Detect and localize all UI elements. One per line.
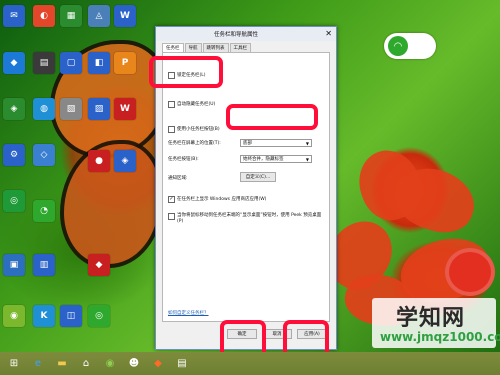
app-shortcut-icon[interactable]: W [114, 98, 136, 120]
watermark-url: www.jmqz1000.com [380, 330, 500, 344]
app-shortcut-icon[interactable]: ● [88, 150, 110, 172]
auto-hide-checkbox[interactable] [168, 101, 175, 108]
app-shortcut-icon[interactable]: ◆ [88, 254, 110, 276]
app-shortcut-icon[interactable]: ◔ [33, 200, 55, 222]
start-icon[interactable]: ⊞ [6, 355, 22, 371]
position-label: 任务栏在屏幕上的位置(T): [168, 141, 221, 146]
peek-checkbox[interactable] [168, 213, 175, 220]
app-shortcut-icon[interactable]: ◬ [88, 5, 110, 27]
app-shortcut-icon[interactable]: P [114, 52, 136, 74]
app-shortcut-icon[interactable]: ▤ [33, 52, 55, 74]
app-shortcut-icon[interactable]: ◉ [3, 305, 25, 327]
tab-jump-lists[interactable]: 跳转列表 [202, 43, 229, 52]
qq-icon[interactable]: ☻ [126, 355, 142, 371]
tab-taskbar[interactable]: 任务栏 [162, 43, 184, 52]
peek-label: 当你将鼠标移动到任务栏末端的“显示桌面”按钮时，使用 Peek 预览桌面(P) [177, 213, 322, 224]
app-shortcut-icon[interactable]: W [114, 5, 136, 27]
app-shortcut-icon[interactable]: K [33, 305, 55, 327]
notification-area-label: 通知区域: [168, 176, 188, 181]
home-icon[interactable]: ⌂ [78, 355, 94, 371]
app-shortcut-icon[interactable]: ◆ [3, 52, 25, 74]
app-shortcut-icon[interactable]: ◐ [33, 5, 55, 27]
show-store-apps-checkbox[interactable]: ✓ [168, 196, 175, 203]
app-shortcut-icon[interactable]: ◎ [3, 190, 25, 212]
position-select[interactable]: 底部 ▼ [240, 139, 312, 147]
store-icon[interactable]: ◆ [150, 355, 166, 371]
app-shortcut-icon[interactable]: ✉ [3, 5, 25, 27]
taskbar: ⊞ e ▬ ⌂ ◉ ☻ ◆ ▤ [0, 352, 500, 375]
app-shortcut-icon[interactable]: ◍ [33, 98, 55, 120]
buttons-value: 始终合并，隐藏标签 [243, 157, 284, 162]
tab-navigation[interactable]: 导航 [184, 43, 202, 52]
ie-browser-icon[interactable]: e [30, 355, 46, 371]
buttons-label: 任务栏按钮(B): [168, 157, 199, 162]
chevron-down-icon: ▼ [305, 157, 309, 162]
buttons-select[interactable]: 始终合并，隐藏标签 ▼ [240, 155, 312, 163]
wifi-icon: ◠ [388, 36, 408, 56]
chevron-down-icon: ▼ [305, 141, 309, 146]
app-shortcut-icon[interactable]: ▥ [33, 254, 55, 276]
app-shortcut-icon[interactable]: ▢ [60, 52, 82, 74]
app-shortcut-icon[interactable]: ▨ [88, 98, 110, 120]
app-shortcut-icon[interactable]: ◇ [33, 144, 55, 166]
site-watermark: 学知网 www.jmqz1000.com [372, 298, 500, 348]
watermark-title: 学知网 [396, 306, 466, 331]
app-shortcut-icon[interactable]: ◈ [3, 98, 25, 120]
highlight-position-select [226, 104, 318, 130]
small-buttons-checkbox[interactable] [168, 126, 175, 133]
customize-button[interactable]: 自定义(C)... [240, 172, 276, 182]
app-shortcut-icon[interactable]: ▧ [60, 98, 82, 120]
wifi-widget[interactable]: ◠ [384, 33, 436, 59]
app-shortcut-icon[interactable]: ◫ [60, 305, 82, 327]
auto-hide-label: 自动隐藏任务栏(U) [177, 102, 216, 107]
position-value: 底部 [243, 141, 252, 146]
app-shortcut-icon[interactable]: ◎ [88, 305, 110, 327]
app-shortcut-icon[interactable]: ◧ [88, 52, 110, 74]
app-shortcut-icon[interactable]: ⚙ [3, 144, 25, 166]
settings-icon[interactable]: ▤ [174, 355, 190, 371]
small-buttons-label: 使用小任务栏按钮(B) [177, 127, 220, 132]
cartoon-sticker [445, 248, 495, 296]
title-bar[interactable]: 任务栏和导航属性 ✕ [156, 27, 336, 41]
highlight-lock-taskbar [149, 56, 223, 88]
file-explorer-icon[interactable]: ▬ [54, 355, 70, 371]
show-store-apps-label: 在任务栏上显示 Windows 应用商店应用(W) [177, 197, 267, 202]
tab-panel: 锁定任务栏(L) 自动隐藏任务栏(U) 使用小任务栏按钮(B) 任务栏在屏幕上的… [162, 52, 330, 322]
app-shortcut-icon[interactable]: ◈ [114, 150, 136, 172]
app-shortcut-icon[interactable]: ▦ [60, 5, 82, 27]
help-link[interactable]: 如何自定义任务栏？ [168, 310, 209, 316]
dialog-title: 任务栏和导航属性 [213, 32, 258, 38]
browser-icon[interactable]: ◉ [102, 355, 118, 371]
app-shortcut-icon[interactable]: ▣ [3, 254, 25, 276]
tab-strip: 任务栏 导航 跳转列表 工具栏 [162, 43, 252, 52]
tab-toolbars[interactable]: 工具栏 [229, 43, 251, 52]
butterfly-wing [60, 140, 163, 268]
close-icon[interactable]: ✕ [325, 29, 332, 38]
